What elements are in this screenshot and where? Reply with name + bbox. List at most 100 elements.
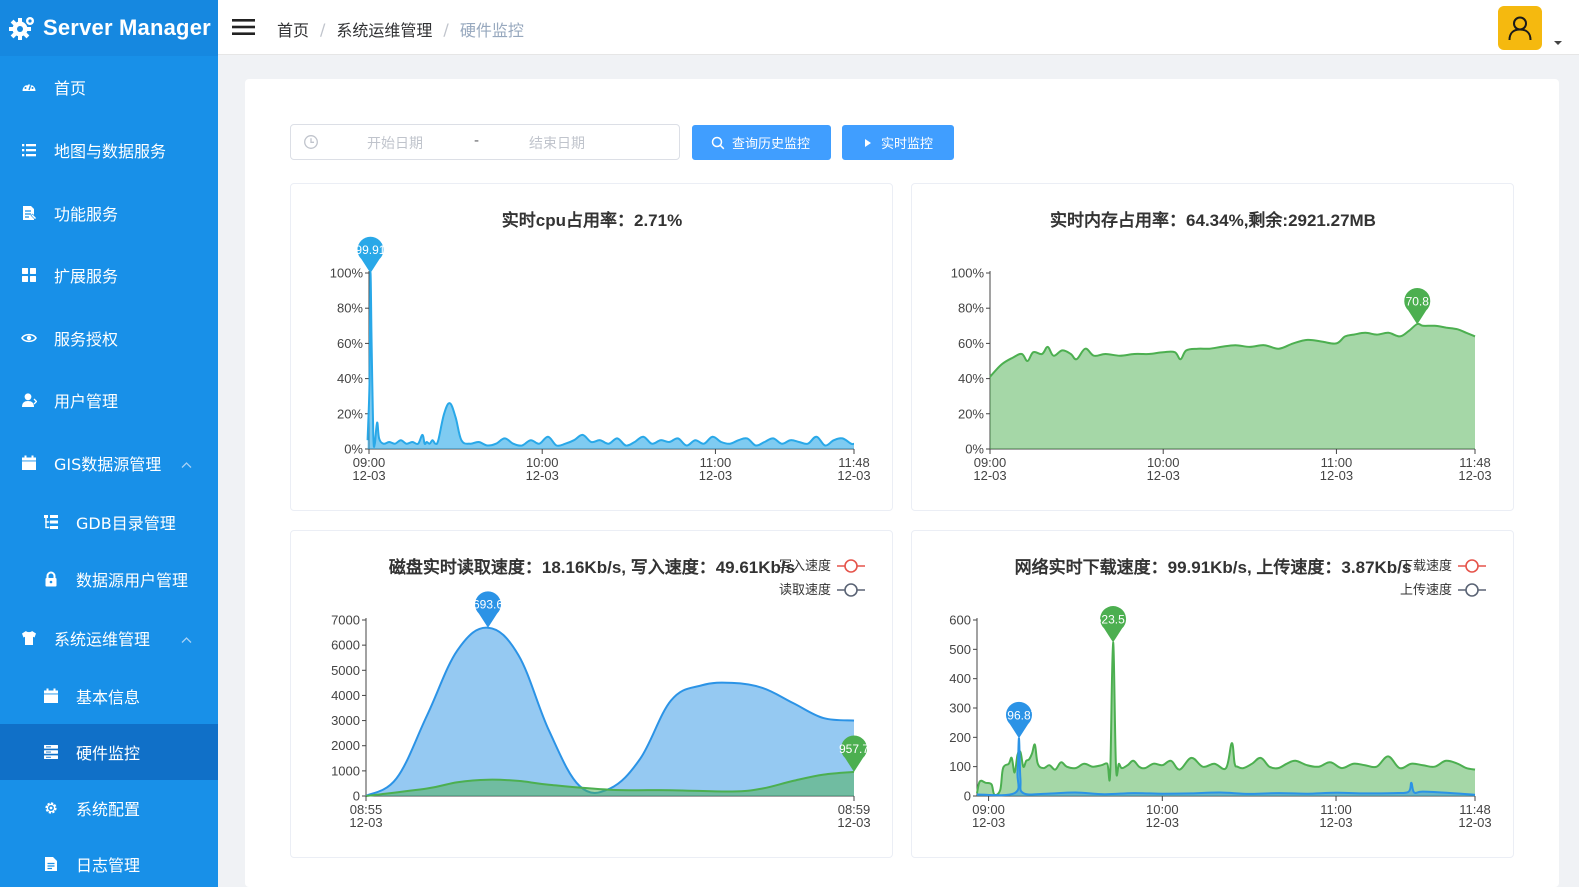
sidebar-item-13[interactable]: 系统配置: [0, 780, 218, 836]
x-tick-date: 12-03: [1146, 815, 1179, 830]
pin-value-label: 70.8: [1406, 294, 1430, 308]
y-tick-label: 40%: [958, 371, 984, 386]
legend-label: 下载速度: [1400, 558, 1452, 573]
series-area: [366, 627, 854, 796]
legend-marker: [844, 559, 858, 573]
x-tick-label: 11:48 12-03: [1458, 455, 1491, 483]
chevron-up-icon: [181, 629, 192, 648]
tree-list-icon: [42, 513, 60, 531]
sidebar-item-label: 系统配置: [76, 800, 141, 819]
chart-title: 网络实时下载速度：99.91Kb/s, 上传速度：3.87Kb/s: [1015, 557, 1412, 577]
breadcrumb-home[interactable]: 首页: [277, 17, 309, 41]
sidebar-item-4[interactable]: 扩展服务: [0, 247, 218, 303]
x-tick-label: 09:00 12-03: [352, 455, 385, 483]
y-tick-label: 500: [949, 642, 971, 657]
realtime-monitor-button[interactable]: 实时监控: [842, 125, 954, 160]
network-chart-card: 网络实时下载速度：99.91Kb/s, 上传速度：3.87Kb/s 下载速度上传速…: [911, 530, 1514, 858]
sidebar-item-label: 日志管理: [76, 856, 141, 875]
search-icon: [711, 136, 725, 150]
y-tick-label: 80%: [958, 301, 984, 316]
sidebar-item-8[interactable]: GDB目录管理: [0, 494, 218, 550]
sidebar-item-10[interactable]: 系统运维管理: [0, 610, 218, 666]
x-tick-label: 09:00 12-03: [972, 802, 1005, 830]
grid-icon: [20, 266, 38, 284]
legend-marker: [1465, 559, 1479, 573]
pin-value-label: 6693.69: [466, 598, 510, 612]
breadcrumb-ops[interactable]: 系统运维管理: [336, 17, 432, 41]
legend-label: 写入速度: [779, 558, 831, 573]
chevron-up-icon: [181, 454, 192, 473]
caret-down-icon[interactable]: [1553, 32, 1563, 51]
clock-icon: [303, 134, 319, 154]
x-tick-date: 12-03: [1320, 468, 1353, 483]
y-tick-label: 80%: [337, 301, 363, 316]
sidebar-item-5[interactable]: 服务授权: [0, 310, 218, 366]
x-tick-date: 12-03: [837, 468, 870, 483]
chart-title: 磁盘实时读取速度：18.16Kb/s, 写入速度：49.61Kb/s: [389, 557, 795, 577]
sidebar-item-label: 基本信息: [76, 688, 141, 707]
x-tick-date: 12-03: [526, 468, 559, 483]
series-area: [990, 323, 1475, 449]
sidebar-item-12[interactable]: 硬件监控: [0, 724, 218, 780]
cpu-chart-card: 实时cpu占用率：2.71% 0% 20% 40% 60% 80% 100% 09:00 12-…: [290, 183, 893, 511]
sidebar-item-label: GDB目录管理: [76, 514, 176, 533]
series-line: [366, 271, 855, 448]
x-tick-label: 11:48 12-03: [1458, 802, 1491, 830]
pin-value-label: 957.7: [839, 742, 869, 756]
sidebar-item-label: 扩展服务: [54, 267, 119, 286]
app-logo[interactable]: Server Manager: [0, 0, 218, 56]
disk-chart: 磁盘实时读取速度：18.16Kb/s, 写入速度：49.61Kb/s写入速度读取…: [331, 557, 871, 830]
range-separator: -: [474, 133, 480, 149]
chart-title: 实时内存占用率：64.34%,剩余:2921.27MB: [1050, 210, 1376, 230]
user-avatar[interactable]: [1498, 6, 1542, 50]
sidebar-item-9[interactable]: 数据源用户管理: [0, 551, 218, 607]
sidebar-item-2[interactable]: 地图与数据服务: [0, 122, 218, 178]
legend-marker: [1465, 583, 1479, 597]
x-tick-label: 11:00 12-03: [1320, 455, 1353, 483]
disk-chart-card: 磁盘实时读取速度：18.16Kb/s, 写入速度：49.61Kb/s 写入速度读取…: [290, 530, 893, 858]
breadcrumb-separator: /: [320, 19, 326, 39]
y-tick-label: 4000: [331, 688, 360, 703]
calendar-icon: [42, 687, 60, 705]
sidebar-item-1[interactable]: 首页: [0, 59, 218, 115]
max-value-pin: 6693.69: [466, 591, 510, 628]
lock-icon: [42, 570, 60, 588]
document-icon: [42, 855, 60, 873]
sidebar-item-7[interactable]: GIS数据源管理: [0, 435, 218, 491]
y-tick-label: 300: [949, 701, 971, 716]
y-tick-label: 0: [964, 789, 971, 804]
y-tick-label: 2000: [331, 738, 360, 753]
x-tick-date: 12-03: [1458, 468, 1491, 483]
list-icon: [20, 141, 38, 159]
chart-title: 实时cpu占用率：2.71%: [502, 210, 682, 230]
hamburger-menu-icon[interactable]: [232, 16, 256, 38]
sidebar-item-14[interactable]: 日志管理: [0, 836, 218, 887]
start-date-input[interactable]: 开始日期: [367, 133, 423, 153]
user-icon: [1506, 14, 1534, 42]
y-tick-label: 100%: [330, 266, 364, 281]
y-tick-label: 7000: [331, 613, 360, 628]
legend-label: 上传速度: [1400, 582, 1452, 597]
y-tick-label: 100: [949, 759, 971, 774]
y-tick-label: 60%: [958, 336, 984, 351]
x-tick-label: 11:48 12-03: [837, 455, 870, 483]
sidebar-item-6[interactable]: 用户管理: [0, 372, 218, 428]
app-title: Server Manager: [43, 15, 211, 40]
x-tick-label: 10:00 12-03: [1146, 802, 1179, 830]
x-tick-date: 12-03: [973, 468, 1006, 483]
sidebar-item-label: 地图与数据服务: [54, 142, 167, 161]
history-monitor-button[interactable]: 查询历史监控: [692, 125, 831, 160]
sidebar-item-label: 系统运维管理: [54, 630, 151, 649]
sidebar-item-11[interactable]: 基本信息: [0, 668, 218, 724]
sidebar-item-3[interactable]: 功能服务: [0, 185, 218, 241]
pin-value-label: 196.87: [1001, 708, 1038, 722]
y-tick-label: 6000: [331, 638, 360, 653]
sidebar-item-label: 首页: [54, 79, 87, 98]
date-range-picker[interactable]: 开始日期 - 结束日期: [290, 124, 680, 160]
sidebar-item-label: 用户管理: [54, 392, 119, 411]
end-date-input[interactable]: 结束日期: [529, 133, 585, 153]
network-chart: 网络实时下载速度：99.91Kb/s, 上传速度：3.87Kb/s下载速度上传速…: [949, 557, 1491, 830]
legend-label: 读取速度: [779, 582, 831, 597]
cpu-chart: 实时cpu占用率：2.71%0%20%40%60%80%100%09:00 12-…: [330, 210, 871, 483]
x-tick-label: 08:59 12-03: [837, 802, 870, 830]
